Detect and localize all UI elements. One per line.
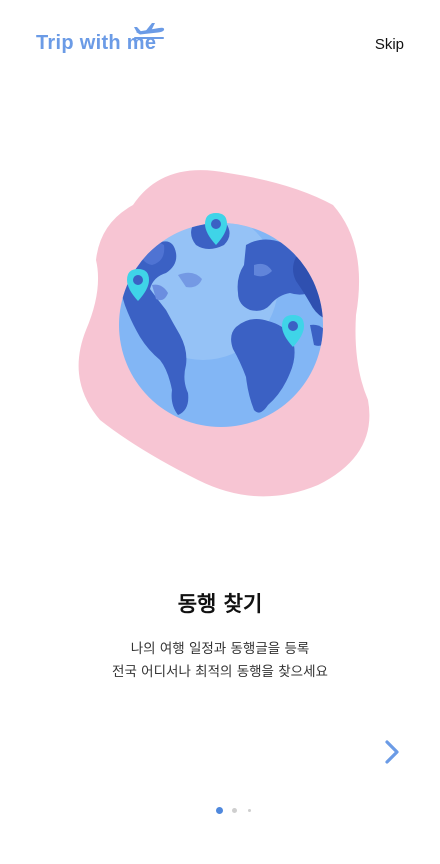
globe-illustration [78, 170, 370, 497]
page-dot[interactable] [232, 808, 237, 813]
pagination-dots [0, 806, 440, 816]
airplane-icon [134, 23, 165, 39]
description-line-1: 나의 여행 일정과 동행글을 등록 [130, 641, 310, 657]
chevron-right-icon[interactable] [380, 737, 404, 767]
page-dot-active[interactable] [216, 807, 223, 814]
app-logo: Trip with me [36, 22, 171, 62]
page-dot[interactable] [248, 809, 251, 812]
skip-button[interactable]: Skip [375, 36, 404, 53]
header: Trip with me Skip [0, 0, 440, 90]
slide-description: 나의 여행 일정과 동행글을 등록 전국 어디서나 최적의 동행을 찾으세요 [0, 638, 440, 684]
slide-title: 동행 찾기 [177, 592, 263, 616]
description-line-2: 전국 어디서나 최적의 동행을 찾으세요 [112, 664, 328, 680]
